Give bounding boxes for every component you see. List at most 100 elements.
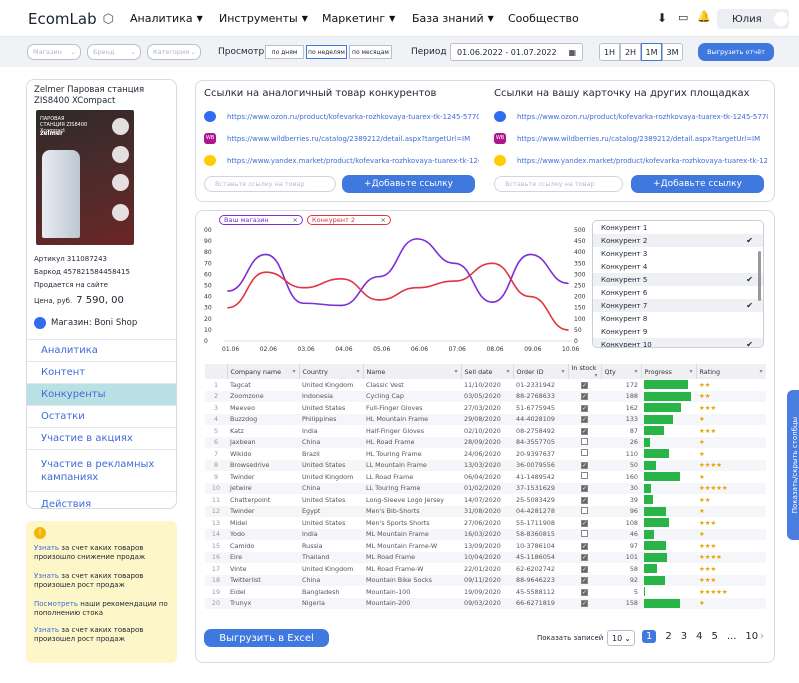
column-header[interactable]: Name ▾ — [363, 364, 462, 379]
filter-icon[interactable]: ▾ — [506, 368, 509, 375]
column-header[interactable]: Company name ▾ — [227, 364, 300, 379]
filter-icon[interactable]: ▾ — [292, 368, 295, 375]
period-picker[interactable]: 01.06.2022 - 01.07.2022 ▦ — [450, 43, 583, 61]
our-link-wildberries[interactable]: WB https://www.wildberries.ru/catalog/238… — [494, 133, 768, 144]
page-2[interactable]: 2 — [665, 631, 671, 642]
view-monthly[interactable]: по месяцам — [349, 45, 392, 59]
column-header[interactable] — [205, 364, 228, 379]
brand-select[interactable]: Бренд ⌄ — [87, 44, 141, 60]
table-row[interactable]: 20 Trunyx Nigeria Mountain-200 09/03/2020 66-… — [205, 597, 766, 609]
competitor-link-input[interactable]: Вставьте ссылку на товар — [204, 176, 336, 192]
competitor-list-item[interactable]: Конкурент 2 ✔ — [593, 234, 763, 247]
table-row[interactable]: 1 Tagcat United Kingdom Classic Vest 11/10/2… — [205, 379, 766, 391]
view-weekly[interactable]: по неделям — [306, 45, 347, 59]
menu-stock[interactable]: Остатки — [27, 405, 176, 427]
table-row[interactable]: 18 Twitterlist China Mountain Bike Socks 09/… — [205, 574, 766, 586]
in-stock-checkbox[interactable] — [568, 528, 601, 540]
in-stock-checkbox[interactable] — [568, 436, 601, 448]
close-icon[interactable]: × — [381, 216, 386, 224]
table-row[interactable]: 16 Eire Thailand ML Road Frame 10/04/2020 45-… — [205, 551, 766, 563]
in-stock-checkbox[interactable]: ✓ — [568, 597, 601, 609]
our-link-yandex[interactable]: https://www.yandex.market/product/kofeva… — [494, 155, 768, 166]
competitor-list-item[interactable]: Конкурент 6 — [593, 286, 763, 299]
logo[interactable]: EcomLab ⬡ — [28, 10, 114, 28]
in-stock-checkbox[interactable]: ✓ — [568, 459, 601, 471]
competitor-link-ozon[interactable]: https://www.ozon.ru/product/kofevarka-ro… — [204, 111, 479, 122]
in-stock-checkbox[interactable]: ✓ — [568, 390, 601, 402]
competitor-list-item[interactable]: Конкурент 9 — [593, 325, 763, 338]
filter-icon[interactable]: ▾ — [454, 368, 457, 375]
competitor-list-item[interactable]: Конкурент 4 — [593, 260, 763, 273]
table-row[interactable]: 12 Twinder Egypt Men's Bib-Shorts 31/08/2020… — [205, 505, 766, 517]
tip-link[interactable]: Посмотреть — [34, 600, 78, 608]
in-stock-checkbox[interactable]: ✓ — [568, 413, 601, 425]
range-2w[interactable]: 2Н — [620, 43, 641, 61]
table-row[interactable]: 2 Zoomzone Indonesia Cycling Cap 03/05/2020 8… — [205, 390, 766, 402]
table-row[interactable]: 15 Camido Russia ML Mountain Frame-W 13/09/2… — [205, 540, 766, 552]
page-1[interactable]: 1 — [642, 630, 657, 643]
view-daily[interactable]: по дням — [265, 45, 304, 59]
filter-icon[interactable]: ▾ — [561, 368, 564, 375]
column-header[interactable]: Sell date ▾ — [461, 364, 514, 379]
menu-competitors[interactable]: Конкуренты — [27, 383, 176, 405]
filter-icon[interactable]: ▾ — [634, 368, 637, 375]
menu-actions[interactable]: Действия — [27, 491, 176, 517]
in-stock-checkbox[interactable]: ✓ — [568, 425, 601, 437]
competitor-list-item[interactable]: Конкурент 10 ✔ — [593, 338, 763, 347]
tip-link[interactable]: Узнать — [34, 544, 59, 552]
menu-promotions[interactable]: Участие в акциях — [27, 427, 176, 449]
filter-icon[interactable]: ▾ — [759, 368, 762, 375]
table-row[interactable]: 10 Jetwire China LL Touring Frame 01/02/2020… — [205, 482, 766, 494]
table-row[interactable]: 8 Browsedrive United States LL Mountain Fra… — [205, 459, 766, 471]
table-row[interactable]: 3 Meeveo United States Full-Finger Gloves 27… — [205, 402, 766, 414]
in-stock-checkbox[interactable]: ✓ — [568, 551, 601, 563]
table-row[interactable]: 5 Katz India Half-Finger Gloves 02/10/2020 08… — [205, 425, 766, 437]
range-1w[interactable]: 1Н — [599, 43, 620, 61]
table-row[interactable]: 7 Wikido Brazil HL Touring Frame 24/06/2020 2… — [205, 448, 766, 460]
column-header[interactable]: In stock ▾ — [568, 364, 602, 379]
competitor-list-item[interactable]: Конкурент 3 — [593, 247, 763, 260]
table-row[interactable]: 4 Buzzdog Philippines HL Mountain Frame 29/0… — [205, 413, 766, 425]
competitor-list-item[interactable]: Конкурент 5 ✔ — [593, 273, 763, 286]
in-stock-checkbox[interactable] — [568, 505, 601, 517]
in-stock-checkbox[interactable]: ✓ — [568, 482, 601, 494]
table-row[interactable]: 13 Midel United States Men's Sports Shorts 2… — [205, 517, 766, 529]
column-header[interactable]: Order ID ▾ — [513, 364, 569, 379]
in-stock-checkbox[interactable]: ✓ — [568, 402, 601, 414]
in-stock-checkbox[interactable] — [568, 448, 601, 460]
add-our-link-button[interactable]: +Добавьте ссылку — [631, 175, 764, 193]
competitor-link-wildberries[interactable]: WB https://www.wildberries.ru/catalog/238… — [204, 133, 479, 144]
in-stock-checkbox[interactable]: ✓ — [568, 540, 601, 552]
in-stock-checkbox[interactable]: ✓ — [568, 574, 601, 586]
in-stock-checkbox[interactable]: ✓ — [568, 586, 601, 598]
page-3[interactable]: 3 — [681, 631, 687, 642]
scrollbar[interactable] — [758, 251, 761, 301]
in-stock-checkbox[interactable]: ✓ — [568, 494, 601, 506]
page-4[interactable]: 4 — [696, 631, 702, 642]
export-excel-button[interactable]: Выгрузить в Excel — [204, 629, 329, 647]
table-row[interactable]: 19 Eidel Bangladesh Mountain-100 19/09/2020 4… — [205, 586, 766, 598]
filter-icon[interactable]: ▾ — [689, 368, 692, 375]
bell-icon[interactable]: 🔔 — [697, 10, 711, 23]
column-header[interactable]: Rating ▾ — [696, 364, 766, 379]
column-header[interactable]: Country ▾ — [299, 364, 364, 379]
nav-community[interactable]: Сообщество — [508, 12, 579, 25]
filter-icon[interactable]: ▾ — [594, 372, 597, 379]
competitor-link-yandex[interactable]: https://www.yandex.market/product/kofeva… — [204, 155, 479, 166]
page-10[interactable]: 10 — [745, 631, 758, 642]
competitor-list-item[interactable]: Конкурент 7 ✔ — [593, 299, 763, 312]
in-stock-checkbox[interactable]: ✓ — [568, 517, 601, 529]
user-menu[interactable]: Юлия — [717, 9, 789, 29]
chat-icon[interactable]: ▭ — [678, 11, 688, 24]
filter-icon[interactable]: ▾ — [356, 368, 359, 375]
competitor-list-item[interactable]: Конкурент 1 — [593, 221, 763, 234]
range-1m[interactable]: 1М — [641, 43, 662, 61]
table-row[interactable]: 11 Chatterpoint United States Long-Sleeve L… — [205, 494, 766, 506]
nav-marketing[interactable]: Маркетинг ▼ — [322, 12, 395, 25]
range-3m[interactable]: 3М — [662, 43, 683, 61]
page-5[interactable]: 5 — [712, 631, 718, 642]
nav-knowledge[interactable]: База знаний ▼ — [412, 12, 494, 25]
competitor-list-item[interactable]: Конкурент 8 — [593, 312, 763, 325]
column-header[interactable]: Progress ▾ — [641, 364, 697, 379]
export-report-button[interactable]: Выгрузить отчёт — [698, 43, 774, 61]
